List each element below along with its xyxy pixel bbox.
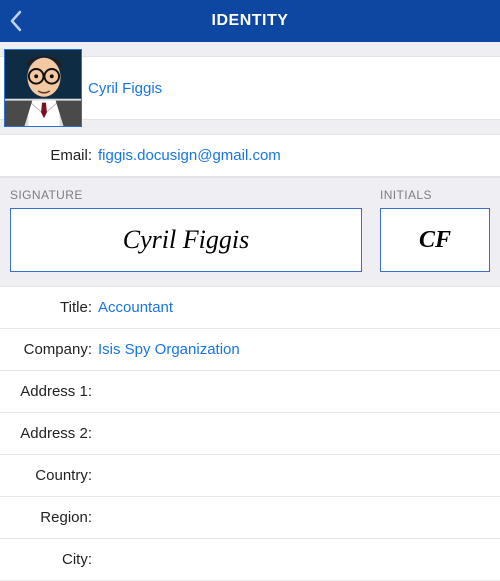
field-value[interactable]: Isis Spy Organization xyxy=(98,341,240,358)
initials-column: INITIALS CF xyxy=(380,188,490,272)
header: IDENTITY xyxy=(0,0,500,42)
field-label: Company: xyxy=(8,341,98,358)
signature-column: SIGNATURE Cyril Figgis xyxy=(10,188,362,272)
profile-band: Cyril Figgis xyxy=(0,56,500,120)
field-label: Address 1: xyxy=(8,383,98,400)
signature-text: Cyril Figgis xyxy=(123,225,249,255)
signature-section: SIGNATURE Cyril Figgis INITIALS CF xyxy=(0,177,500,287)
avatar[interactable] xyxy=(4,49,82,127)
fields-list: Title:AccountantCompany:Isis Spy Organiz… xyxy=(0,287,500,581)
field-row[interactable]: City: xyxy=(0,539,500,581)
signature-label: SIGNATURE xyxy=(10,188,362,202)
signature-box[interactable]: Cyril Figgis xyxy=(10,208,362,272)
email-value[interactable]: figgis.docusign@gmail.com xyxy=(98,147,281,164)
initials-box[interactable]: CF xyxy=(380,208,490,272)
field-row[interactable]: Title:Accountant xyxy=(0,287,500,329)
field-row[interactable]: Region: xyxy=(0,497,500,539)
page-title: IDENTITY xyxy=(0,12,500,30)
field-row[interactable]: Address 1: xyxy=(0,371,500,413)
field-label: Address 2: xyxy=(8,425,98,442)
field-row[interactable]: Address 2: xyxy=(0,413,500,455)
initials-text: CF xyxy=(419,227,451,254)
field-label: Country: xyxy=(8,467,98,484)
initials-label: INITIALS xyxy=(380,188,490,202)
email-row[interactable]: Email: figgis.docusign@gmail.com xyxy=(0,134,500,177)
chevron-left-icon xyxy=(8,8,26,34)
field-value[interactable]: Accountant xyxy=(98,299,173,316)
field-row[interactable]: Company:Isis Spy Organization xyxy=(0,329,500,371)
field-label: Title: xyxy=(8,299,98,316)
email-label: Email: xyxy=(8,147,98,164)
back-button[interactable] xyxy=(8,8,26,34)
field-label: City: xyxy=(8,551,98,568)
profile-name[interactable]: Cyril Figgis xyxy=(88,80,162,97)
field-label: Region: xyxy=(8,509,98,526)
profile-row[interactable]: Cyril Figgis xyxy=(0,56,500,120)
field-row[interactable]: Country: xyxy=(0,455,500,497)
